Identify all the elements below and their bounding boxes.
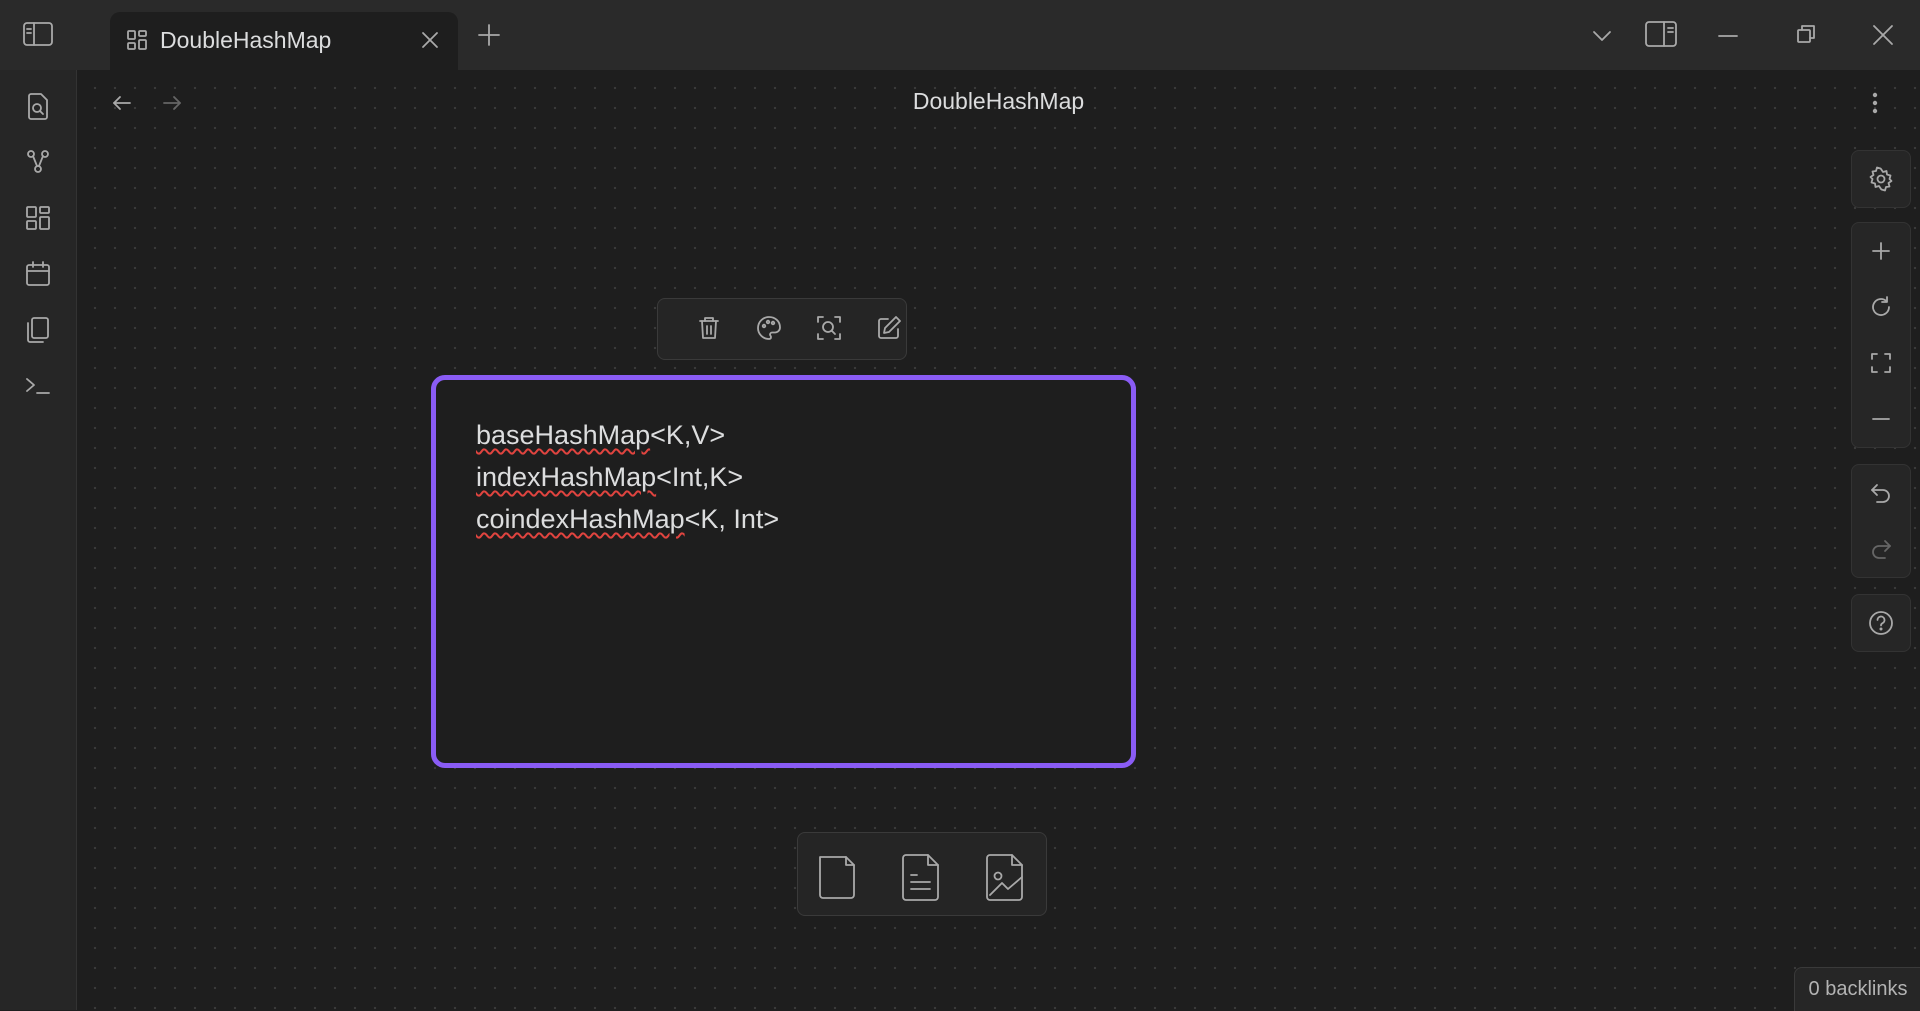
more-options-icon[interactable] — [1869, 90, 1881, 116]
minimize-icon[interactable] — [1716, 24, 1740, 48]
view-title: DoubleHashMap — [912, 88, 1085, 114]
templates-icon[interactable] — [22, 314, 54, 346]
reset-zoom-icon[interactable] — [1852, 279, 1910, 335]
tab-title: DoubleHashMap — [160, 27, 332, 53]
edit-icon[interactable] — [874, 313, 904, 343]
zoom-to-node-icon[interactable] — [814, 313, 844, 343]
undo-icon[interactable] — [1852, 465, 1910, 521]
zoom-controls-group — [1851, 222, 1911, 448]
ribbon — [0, 70, 77, 1010]
backlinks-status[interactable]: 0 backlinks — [1794, 967, 1920, 1011]
trash-icon[interactable] — [694, 313, 724, 343]
zoom-in-icon[interactable] — [1852, 223, 1910, 279]
right-sidebar-toggle-icon[interactable] — [1644, 20, 1678, 48]
text-card[interactable]: baseHashMap<K,V> indexHashMap<Int,K> coi… — [431, 375, 1136, 768]
search-icon[interactable] — [22, 90, 54, 122]
zoom-out-icon[interactable] — [1852, 391, 1910, 447]
redo-icon[interactable] — [1852, 521, 1910, 577]
tab-doublehashmap[interactable]: DoubleHashMap — [110, 12, 458, 70]
window-close-icon[interactable] — [1870, 22, 1896, 48]
add-card-tray — [797, 832, 1047, 916]
note-icon[interactable] — [898, 851, 944, 903]
title-bar: DoubleHashMap — [0, 0, 1920, 70]
card-text[interactable]: baseHashMap<K,V> indexHashMap<Int,K> coi… — [476, 414, 779, 540]
gear-icon[interactable] — [1852, 151, 1910, 207]
zoom-to-fit-icon[interactable] — [1852, 335, 1910, 391]
help-group — [1851, 594, 1911, 652]
card-line: indexHashMap<Int,K> — [476, 462, 744, 492]
media-icon[interactable] — [982, 851, 1028, 903]
card-icon[interactable] — [814, 851, 860, 903]
new-tab-icon[interactable] — [476, 22, 502, 48]
left-sidebar-toggle-icon[interactable] — [18, 19, 58, 49]
restore-icon[interactable] — [1794, 22, 1818, 46]
graph-icon[interactable] — [22, 146, 54, 178]
close-icon[interactable] — [418, 28, 442, 52]
calendar-icon[interactable] — [22, 258, 54, 290]
node-toolbar — [657, 298, 907, 360]
help-icon[interactable] — [1852, 595, 1910, 651]
card-line: coindexHashMap<K, Int> — [476, 504, 780, 534]
chevron-down-icon[interactable] — [1590, 24, 1614, 48]
card-line: baseHashMap<K,V> — [476, 420, 726, 450]
canvas-icon — [126, 29, 148, 51]
palette-icon[interactable] — [754, 313, 784, 343]
canvas-icon[interactable] — [22, 202, 54, 234]
history-controls-group — [1851, 464, 1911, 578]
canvas-settings-group — [1851, 150, 1911, 208]
terminal-icon[interactable] — [22, 370, 54, 402]
